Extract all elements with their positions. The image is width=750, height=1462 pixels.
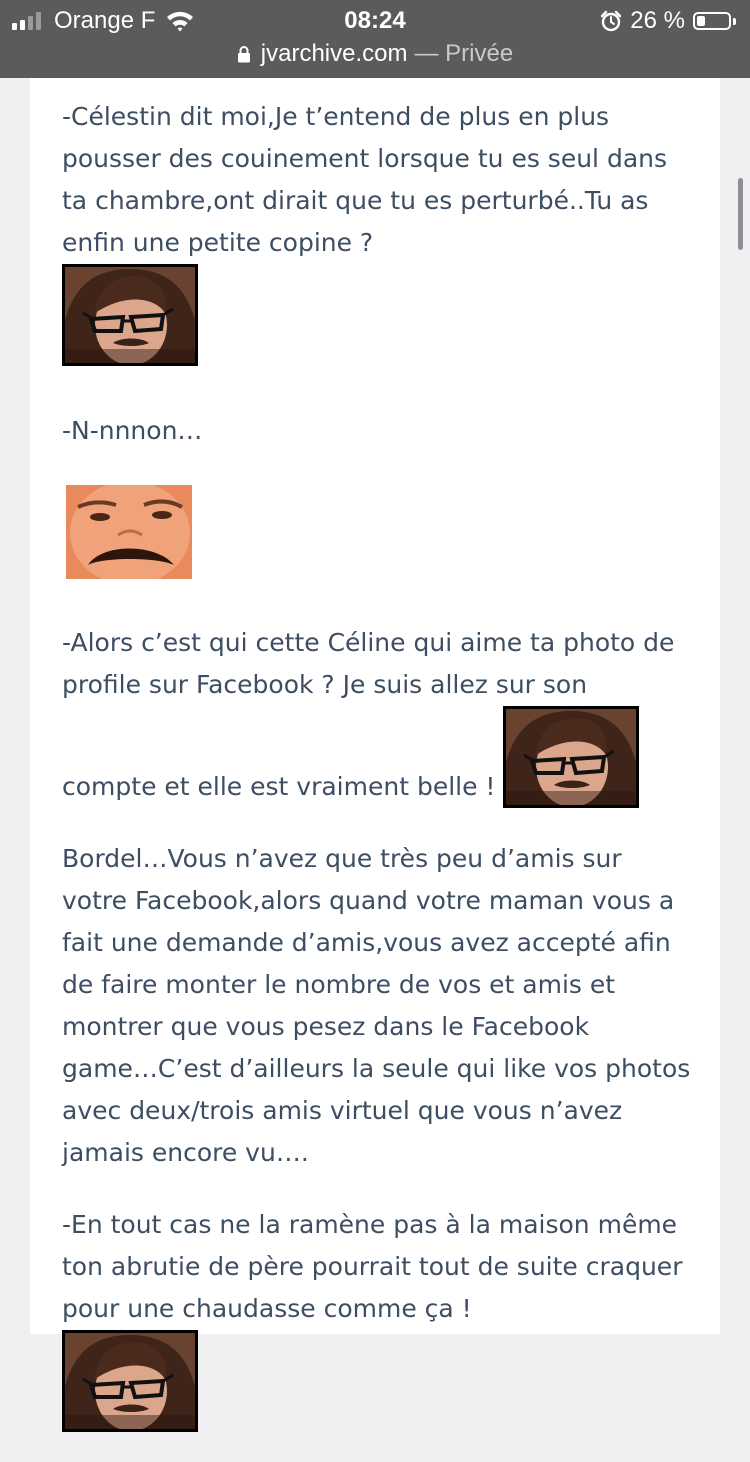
sticker-woman-glasses (503, 706, 640, 808)
paragraph-3: -Alors c’est qui cette Céline qui aime t… (62, 622, 692, 808)
battery-tip (733, 17, 736, 25)
paragraph-5: -En tout cas ne la ramène pas à la maiso… (62, 1204, 692, 1432)
status-and-url-bar: Orange F 08:24 26 % jvarchive.com — Priv… (0, 0, 750, 78)
paragraph-text-end: compte et elle est vraiment belle ! (62, 772, 496, 801)
paragraph-text: -En tout cas ne la ramène pas à la maiso… (62, 1210, 683, 1323)
paragraph-3-tail: compte et elle est vraiment belle ! (62, 706, 640, 808)
paragraph-text: -Célestin dit moi,Je t’entend de plus en… (62, 102, 668, 257)
paragraph-2: -N-nnnon… (62, 410, 692, 452)
paragraph-text: Bordel…Vous n’avez que très peu d’amis s… (62, 844, 691, 1167)
paragraph-text: -Alors c’est qui cette Céline qui aime t… (62, 628, 675, 699)
address-bar[interactable]: jvarchive.com — Privée (0, 38, 750, 70)
sticker-woman-glasses (62, 1330, 198, 1432)
lock-icon (237, 46, 250, 63)
battery-percentage: 26 % (630, 7, 685, 34)
alarm-icon (601, 10, 622, 32)
private-mode-label: Privée (445, 40, 514, 67)
paragraph-4: Bordel…Vous n’avez que très peu d’amis s… (62, 838, 692, 1174)
scrollbar[interactable] (738, 178, 743, 250)
status-right: 26 % (600, 6, 736, 36)
url-text[interactable]: jvarchive.com (261, 40, 408, 68)
battery-level-fill (697, 16, 705, 26)
url-separator: — (414, 40, 439, 67)
battery-icon (693, 12, 731, 30)
paragraph-text: -N-nnnon… (62, 416, 203, 445)
paragraph-1: -Célestin dit moi,Je t’entend de plus en… (62, 96, 692, 366)
sticker-woman-glasses (62, 264, 198, 366)
post-body: -Célestin dit moi,Je t’entend de plus en… (62, 96, 692, 1462)
